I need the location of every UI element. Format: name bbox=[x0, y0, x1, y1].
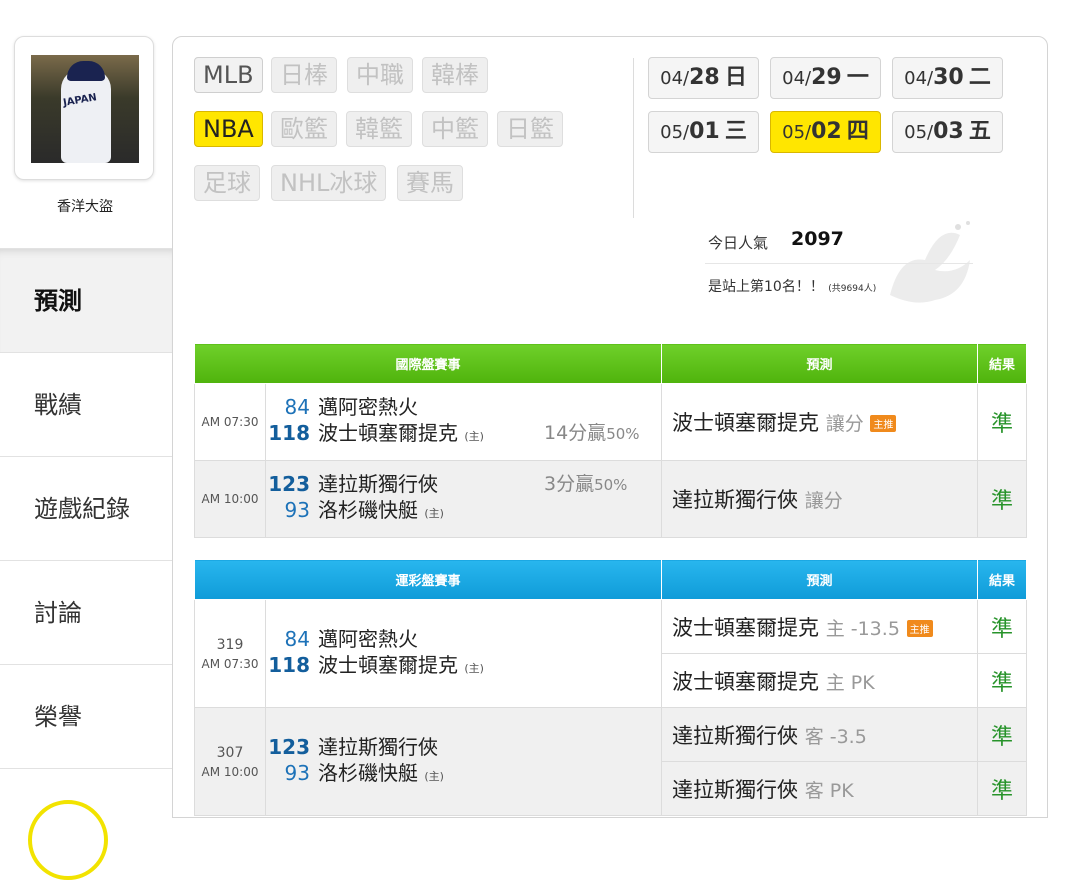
featured-badge: 主推 bbox=[870, 415, 897, 432]
home-team: 118 波士頓塞爾提克 (主) 14分贏50% bbox=[268, 421, 640, 445]
sport-korea-basketball[interactable]: 韓籃 bbox=[346, 111, 412, 147]
game-time: 319 AM 07:30 bbox=[194, 599, 266, 708]
prediction: 波士頓塞爾提克 主 -13.5 主推 bbox=[661, 599, 979, 654]
sidebar-item-label: 戰績 bbox=[34, 391, 82, 419]
sport-nhl[interactable]: NHL冰球 bbox=[271, 165, 387, 201]
handicap: 3分贏50% bbox=[544, 473, 628, 495]
matchup: 123 達拉斯獨行俠 3分贏50% 93 洛杉磯快艇 (主) bbox=[264, 460, 663, 538]
result: 準 bbox=[977, 707, 1028, 762]
result: 準 bbox=[977, 383, 1028, 461]
date-0430[interactable]: 04/30 二 bbox=[892, 57, 1003, 99]
handicap: 14分贏50% bbox=[544, 422, 640, 444]
sport-cpbl[interactable]: 中職 bbox=[347, 57, 413, 93]
popularity-label: 今日人氣 bbox=[708, 234, 769, 252]
table-row: 307 AM 10:00 123 達拉斯獨行俠 93 洛杉磯快艇 (主) 達拉斯獨行… bbox=[194, 707, 1028, 816]
date-0428[interactable]: 04/28 日 bbox=[648, 57, 759, 99]
away-team: 123 達拉斯獨行俠 3分贏50% bbox=[268, 472, 628, 496]
header-result: 結果 bbox=[977, 559, 1028, 600]
home-team: 118 波士頓塞爾提克 (主) bbox=[268, 652, 484, 677]
badge-circle-icon bbox=[28, 800, 108, 880]
header-prediction: 預測 bbox=[661, 343, 979, 384]
matchup: 123 達拉斯獨行俠 93 洛杉磯快艇 (主) bbox=[264, 707, 663, 816]
featured-badge: 主推 bbox=[906, 619, 933, 637]
divider bbox=[633, 58, 634, 218]
prediction: 達拉斯獨行俠 讓分 bbox=[661, 460, 979, 538]
prediction: 波士頓塞爾提克 讓分 主推 bbox=[661, 383, 979, 461]
prediction: 達拉斯獨行俠 客 PK bbox=[661, 761, 979, 816]
date-0501[interactable]: 05/01 三 bbox=[648, 111, 759, 153]
sport-horse-racing[interactable]: 賽馬 bbox=[397, 165, 463, 201]
matchup: 84 邁阿密熱火 118 波士頓塞爾提克 (主) 14分贏50% bbox=[264, 383, 663, 461]
sport-euro-basketball[interactable]: 歐籃 bbox=[271, 111, 337, 147]
prediction: 達拉斯獨行俠 客 -3.5 bbox=[661, 707, 979, 762]
matchup: 84 邁阿密熱火 118 波士頓塞爾提克 (主) bbox=[264, 599, 663, 708]
date-0429[interactable]: 04/29 一 bbox=[770, 57, 881, 99]
sidebar-item-label: 榮譽 bbox=[34, 703, 82, 731]
sidebar: JAPAN 香洋大盜 預測 戰績 遊戲紀錄 討論 榮譽 bbox=[0, 0, 172, 880]
sport-china-basketball[interactable]: 中籃 bbox=[422, 111, 488, 147]
sport-kbo[interactable]: 韓棒 bbox=[422, 57, 488, 93]
result: 準 bbox=[977, 460, 1028, 538]
result: 準 bbox=[977, 653, 1028, 708]
home-team: 93 洛杉磯快艇 (主) bbox=[284, 760, 444, 785]
username: 香洋大盜 bbox=[57, 199, 113, 215]
table-row: AM 07:30 84 邁阿密熱火 118 波士頓塞爾提克 (主) 14分贏50% … bbox=[194, 383, 1028, 461]
sport-japan-basketball[interactable]: 日籃 bbox=[497, 111, 563, 147]
result: 準 bbox=[977, 599, 1028, 654]
sidebar-item-game-log[interactable]: 遊戲紀錄 bbox=[0, 456, 172, 560]
header-game: 國際盤賽事 bbox=[193, 343, 663, 384]
result: 準 bbox=[977, 761, 1028, 816]
game-time: 307 AM 10:00 bbox=[194, 707, 266, 816]
sport-soccer[interactable]: 足球 bbox=[194, 165, 260, 201]
game-time: AM 10:00 bbox=[194, 460, 266, 538]
sidebar-item-predictions[interactable]: 預測 bbox=[0, 248, 172, 352]
table-header: 國際盤賽事 預測 結果 bbox=[193, 343, 1028, 384]
sidebar-item-label: 預測 bbox=[34, 287, 82, 315]
divider bbox=[705, 263, 973, 264]
header-prediction: 預測 bbox=[661, 559, 979, 600]
table-header: 運彩盤賽事 預測 結果 bbox=[193, 559, 1028, 600]
table-row: 319 AM 07:30 84 邁阿密熱火 118 波士頓塞爾提克 (主) 波士頓塞… bbox=[194, 599, 1028, 708]
sidebar-item-label: 討論 bbox=[34, 599, 82, 627]
sport-npb[interactable]: 日棒 bbox=[271, 57, 337, 93]
intl-predictions-table: 國際盤賽事 預測 結果 AM 07:30 84 邁阿密熱火 118 波士頓塞爾提克 … bbox=[193, 343, 1028, 538]
away-team: 84 邁阿密熱火 bbox=[284, 395, 418, 419]
popularity-value: 2097 bbox=[791, 228, 844, 250]
date-0503[interactable]: 05/03 五 bbox=[892, 111, 1003, 153]
sport-mlb[interactable]: MLB bbox=[194, 57, 263, 93]
prediction: 波士頓塞爾提克 主 PK bbox=[661, 653, 979, 708]
sidebar-item-record[interactable]: 戰績 bbox=[0, 352, 172, 456]
header-result: 結果 bbox=[977, 343, 1028, 384]
avatar[interactable]: JAPAN bbox=[14, 36, 154, 180]
sport-nba[interactable]: NBA bbox=[194, 111, 263, 147]
home-team: 93 洛杉磯快艇 (主) bbox=[284, 498, 444, 522]
avatar-image: JAPAN bbox=[31, 55, 139, 163]
away-team: 84 邁阿密熱火 bbox=[284, 626, 418, 651]
sidebar-item-label: 遊戲紀錄 bbox=[34, 495, 130, 523]
lottery-predictions-table: 運彩盤賽事 預測 結果 319 AM 07:30 84 邁阿密熱火 118 波士頓塞… bbox=[193, 559, 1028, 816]
header-game: 運彩盤賽事 bbox=[193, 559, 663, 600]
table-row: AM 10:00 123 達拉斯獨行俠 3分贏50% 93 洛杉磯快艇 (主) 達拉… bbox=[194, 460, 1028, 538]
popularity-rank: 是站上第10名！！ (共9694人) bbox=[708, 279, 877, 295]
sidebar-item-discussion[interactable]: 討論 bbox=[0, 560, 172, 664]
game-time: AM 07:30 bbox=[194, 383, 266, 461]
date-0502[interactable]: 05/02 四 bbox=[770, 111, 881, 153]
away-team: 123 達拉斯獨行俠 bbox=[268, 734, 438, 759]
sidebar-item-honors[interactable]: 榮譽 bbox=[0, 664, 172, 768]
